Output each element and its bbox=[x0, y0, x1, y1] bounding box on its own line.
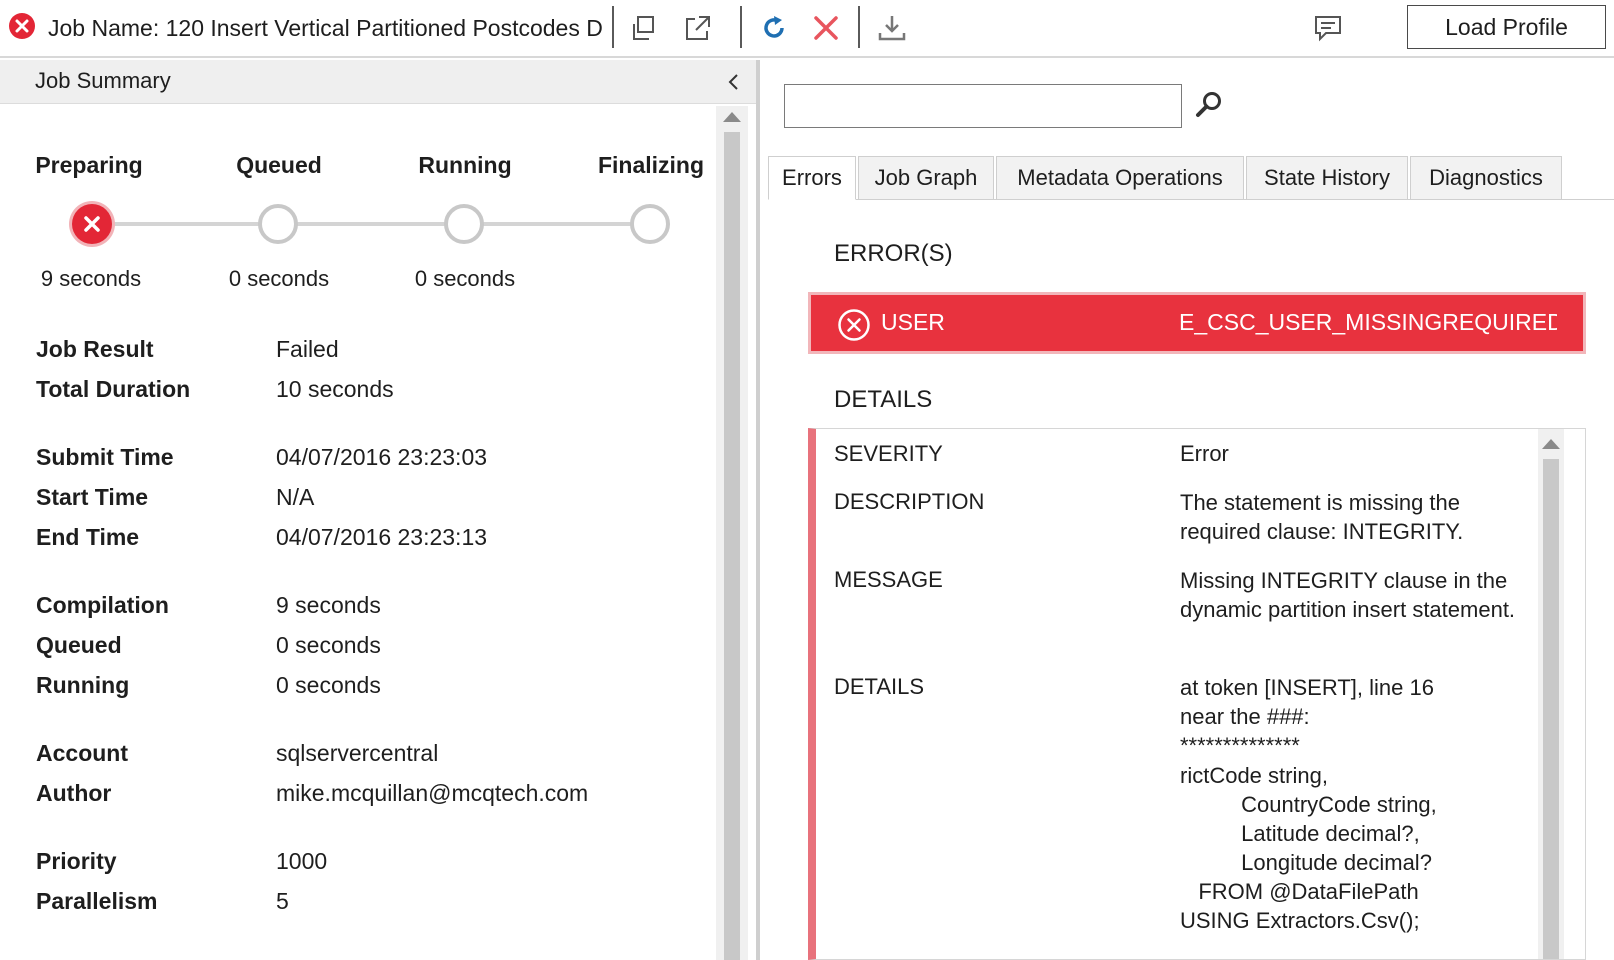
progress-track bbox=[92, 222, 648, 226]
field-value-submit-time: 04/07/2016 23:23:03 bbox=[276, 444, 488, 470]
scrollbar-thumb[interactable] bbox=[724, 132, 740, 960]
job-summary-header: Job Summary bbox=[0, 60, 756, 104]
scroll-up-arrow-icon[interactable] bbox=[1542, 439, 1560, 449]
stage-node-finalizing bbox=[630, 204, 670, 244]
stage-label-preparing: Preparing bbox=[35, 152, 143, 178]
field-value-total-duration: 10 seconds bbox=[276, 376, 394, 402]
search-icon[interactable] bbox=[1192, 88, 1228, 124]
tab-state-history[interactable]: State History bbox=[1246, 156, 1408, 200]
download-icon[interactable] bbox=[874, 10, 910, 46]
details-scrollbar[interactable] bbox=[1538, 429, 1564, 959]
job-summary-panel: Job Summary Preparing Queued Running Fin… bbox=[0, 60, 756, 960]
field-value-parallelism: 5 bbox=[276, 888, 289, 914]
chevron-left-icon[interactable] bbox=[722, 70, 746, 94]
job-summary-title: Job Summary bbox=[35, 68, 171, 93]
stage-time-queued: 0 seconds bbox=[228, 266, 330, 291]
field-value-running: 0 seconds bbox=[276, 672, 381, 698]
field-value-account: sqlservercentral bbox=[276, 740, 439, 766]
field-value-compilation: 9 seconds bbox=[276, 592, 381, 618]
tab-job-graph[interactable]: Job Graph bbox=[858, 156, 994, 200]
toolbar-separator bbox=[612, 6, 614, 48]
open-external-icon[interactable] bbox=[680, 10, 716, 46]
stage-node-queued bbox=[258, 204, 298, 244]
detail-value-code: rictCode string, CountryCode string, Lat… bbox=[1180, 763, 1437, 933]
stage-time-preparing: 9 seconds bbox=[40, 266, 142, 291]
stage-node-running bbox=[444, 204, 484, 244]
detail-label-details: DETAILS bbox=[834, 674, 925, 699]
error-banner[interactable]: USER E_CSC_USER_MISSINGREQUIREDCLAUSE bbox=[808, 292, 1586, 354]
field-value-start-time: N/A bbox=[276, 484, 315, 510]
error-details-box: SEVERITY Error DESCRIPTION The statement… bbox=[808, 428, 1586, 960]
error-circle-icon bbox=[8, 12, 36, 40]
detail-value-message: Missing INTEGRITY clause in the dynamic … bbox=[1180, 568, 1516, 622]
toolbar: Job Name: 120 Insert Vertical Partitione… bbox=[0, 0, 1614, 58]
field-label-priority: Priority bbox=[36, 848, 117, 874]
detail-value-severity: Error bbox=[1180, 441, 1229, 466]
field-value-job-result: Failed bbox=[276, 336, 339, 362]
detail-value-details: at token [INSERT], line 16 near the ###:… bbox=[1180, 675, 1434, 758]
field-label-compilation: Compilation bbox=[36, 592, 169, 618]
error-x-icon bbox=[84, 216, 100, 232]
refresh-icon[interactable] bbox=[756, 10, 792, 46]
field-label-job-result: Job Result bbox=[36, 336, 154, 362]
tab-metadata-operations[interactable]: Metadata Operations bbox=[996, 156, 1244, 200]
load-profile-button[interactable]: Load Profile bbox=[1407, 5, 1606, 49]
error-circle-outline-icon bbox=[838, 309, 870, 341]
field-value-author: mike.mcquillan@mcqtech.com bbox=[276, 780, 589, 806]
search-input[interactable] bbox=[784, 84, 1182, 128]
detail-label-message: MESSAGE bbox=[834, 567, 943, 592]
detail-label-severity: SEVERITY bbox=[834, 441, 943, 466]
job-name: Job Name: 120 Insert Vertical Partitione… bbox=[48, 15, 603, 41]
feedback-icon[interactable] bbox=[1310, 10, 1346, 46]
scroll-up-arrow-icon[interactable] bbox=[723, 112, 741, 122]
field-label-queued: Queued bbox=[36, 632, 122, 658]
error-code: E_CSC_USER_MISSINGREQUIREDCLAUSE bbox=[1179, 309, 1557, 335]
toolbar-separator bbox=[858, 6, 860, 48]
stage-label-running: Running bbox=[418, 152, 512, 178]
field-label-parallelism: Parallelism bbox=[36, 888, 158, 914]
errors-section-title: ERROR(S) bbox=[834, 240, 953, 267]
field-label-start-time: Start Time bbox=[36, 484, 149, 510]
detail-value-description: The statement is missing the required cl… bbox=[1180, 490, 1464, 544]
stage-label-finalizing: Finalizing bbox=[597, 152, 705, 178]
error-details-panel: Errors Job Graph Metadata Operations Sta… bbox=[760, 60, 1614, 960]
field-label-total-duration: Total Duration bbox=[36, 376, 191, 402]
field-value-end-time: 04/07/2016 23:23:13 bbox=[276, 524, 488, 550]
field-value-queued: 0 seconds bbox=[276, 632, 381, 658]
field-label-author: Author bbox=[36, 780, 112, 806]
field-label-running: Running bbox=[36, 672, 130, 698]
field-label-account: Account bbox=[36, 740, 128, 766]
copy-icon[interactable] bbox=[626, 10, 662, 46]
detail-label-description: DESCRIPTION bbox=[834, 489, 985, 514]
scrollbar-thumb[interactable] bbox=[1543, 459, 1559, 959]
stage-label-queued: Queued bbox=[236, 152, 322, 178]
left-scrollbar[interactable] bbox=[716, 106, 748, 960]
tab-bar: Errors Job Graph Metadata Operations Sta… bbox=[768, 156, 1614, 200]
field-label-submit-time: Submit Time bbox=[36, 444, 174, 470]
field-value-priority: 1000 bbox=[276, 848, 328, 874]
tab-errors[interactable]: Errors bbox=[768, 156, 856, 200]
tab-diagnostics[interactable]: Diagnostics bbox=[1410, 156, 1562, 200]
cancel-x-icon[interactable] bbox=[808, 10, 844, 46]
error-category: USER bbox=[881, 309, 945, 335]
field-label-end-time: End Time bbox=[36, 524, 140, 550]
toolbar-separator bbox=[740, 6, 742, 48]
stage-node-preparing bbox=[72, 204, 112, 244]
stage-time-running: 0 seconds bbox=[414, 266, 516, 291]
details-section-title: DETAILS bbox=[834, 386, 933, 413]
